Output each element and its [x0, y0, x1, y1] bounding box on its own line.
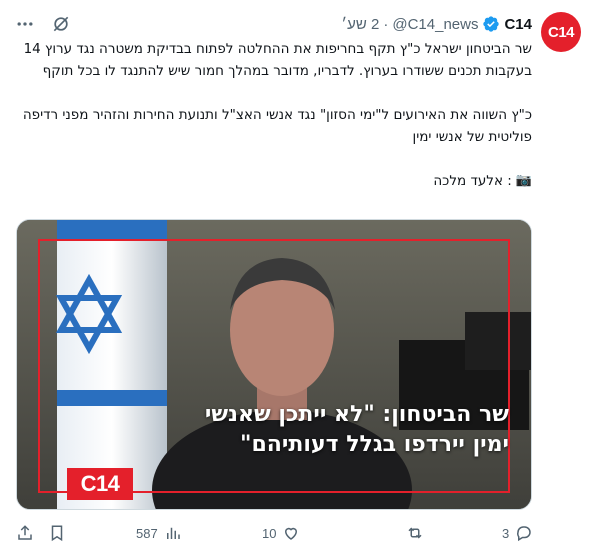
like-button[interactable]: 10	[262, 524, 300, 542]
tweet-action-bar: 587 10 3	[16, 524, 536, 546]
avatar-logo-text: C14	[547, 23, 575, 41]
retweet-icon	[408, 527, 422, 539]
avatar[interactable]: C14	[541, 12, 581, 52]
c14-logo-text: C14	[80, 471, 120, 496]
media-overlay-line-2: ימין יירדפו בגלל דעותיהם"	[240, 432, 509, 457]
views-count: 587	[136, 525, 158, 541]
reply-button[interactable]: 3	[502, 524, 533, 542]
tweet-card[interactable]: C14 C14 @C14_news · 2 שע׳ שר הביטחון ישר…	[0, 0, 591, 558]
replies-count: 3	[502, 525, 510, 541]
tweet-header: C14 @C14_news · 2 שע׳	[341, 13, 532, 35]
bookmark-button[interactable]	[48, 524, 66, 542]
photo-credit-text: : אלעד מלכה	[433, 173, 512, 189]
retweet-button[interactable]	[400, 524, 424, 542]
bookmark-icon	[51, 525, 63, 542]
separator-dot: ·	[383, 15, 389, 33]
photo-credit: 📷 : אלעד מלכה	[12, 170, 532, 192]
verified-badge-icon	[482, 15, 500, 33]
tweet-text: שר הביטחון ישראל כ"ץ תקף בחריפות את ההחל…	[12, 38, 532, 192]
media-overlay-line-1: שר הביטחון: "לא ייתכן שאנשי	[204, 402, 509, 427]
tweet-timestamp[interactable]: 2 שע׳	[341, 16, 379, 33]
heart-icon	[285, 527, 298, 540]
tweet-paragraph-2: כ"ץ השווה את האירועים ל"ימי הסזון" נגד א…	[22, 107, 532, 145]
grok-icon[interactable]	[50, 13, 72, 35]
views-button[interactable]: 587	[136, 524, 182, 542]
media-photo	[17, 220, 531, 509]
author-handle[interactable]: @C14_news	[392, 16, 478, 33]
tweet-media-image[interactable]: שר הביטחון: "לא ייתכן שאנשי ימין יירדפו …	[16, 219, 532, 510]
header-actions	[14, 13, 72, 35]
more-options-icon[interactable]	[14, 13, 36, 35]
likes-count: 10	[262, 525, 277, 541]
views-icon	[166, 527, 180, 539]
author-display-name[interactable]: C14	[504, 16, 532, 33]
camera-icon: 📷	[515, 173, 532, 188]
tweet-paragraph-1: שר הביטחון ישראל כ"ץ תקף בחריפות את ההחל…	[23, 41, 532, 79]
share-button[interactable]	[16, 524, 34, 542]
reply-icon	[517, 526, 531, 542]
c14-logo: C14	[67, 468, 133, 500]
share-icon	[18, 525, 32, 540]
